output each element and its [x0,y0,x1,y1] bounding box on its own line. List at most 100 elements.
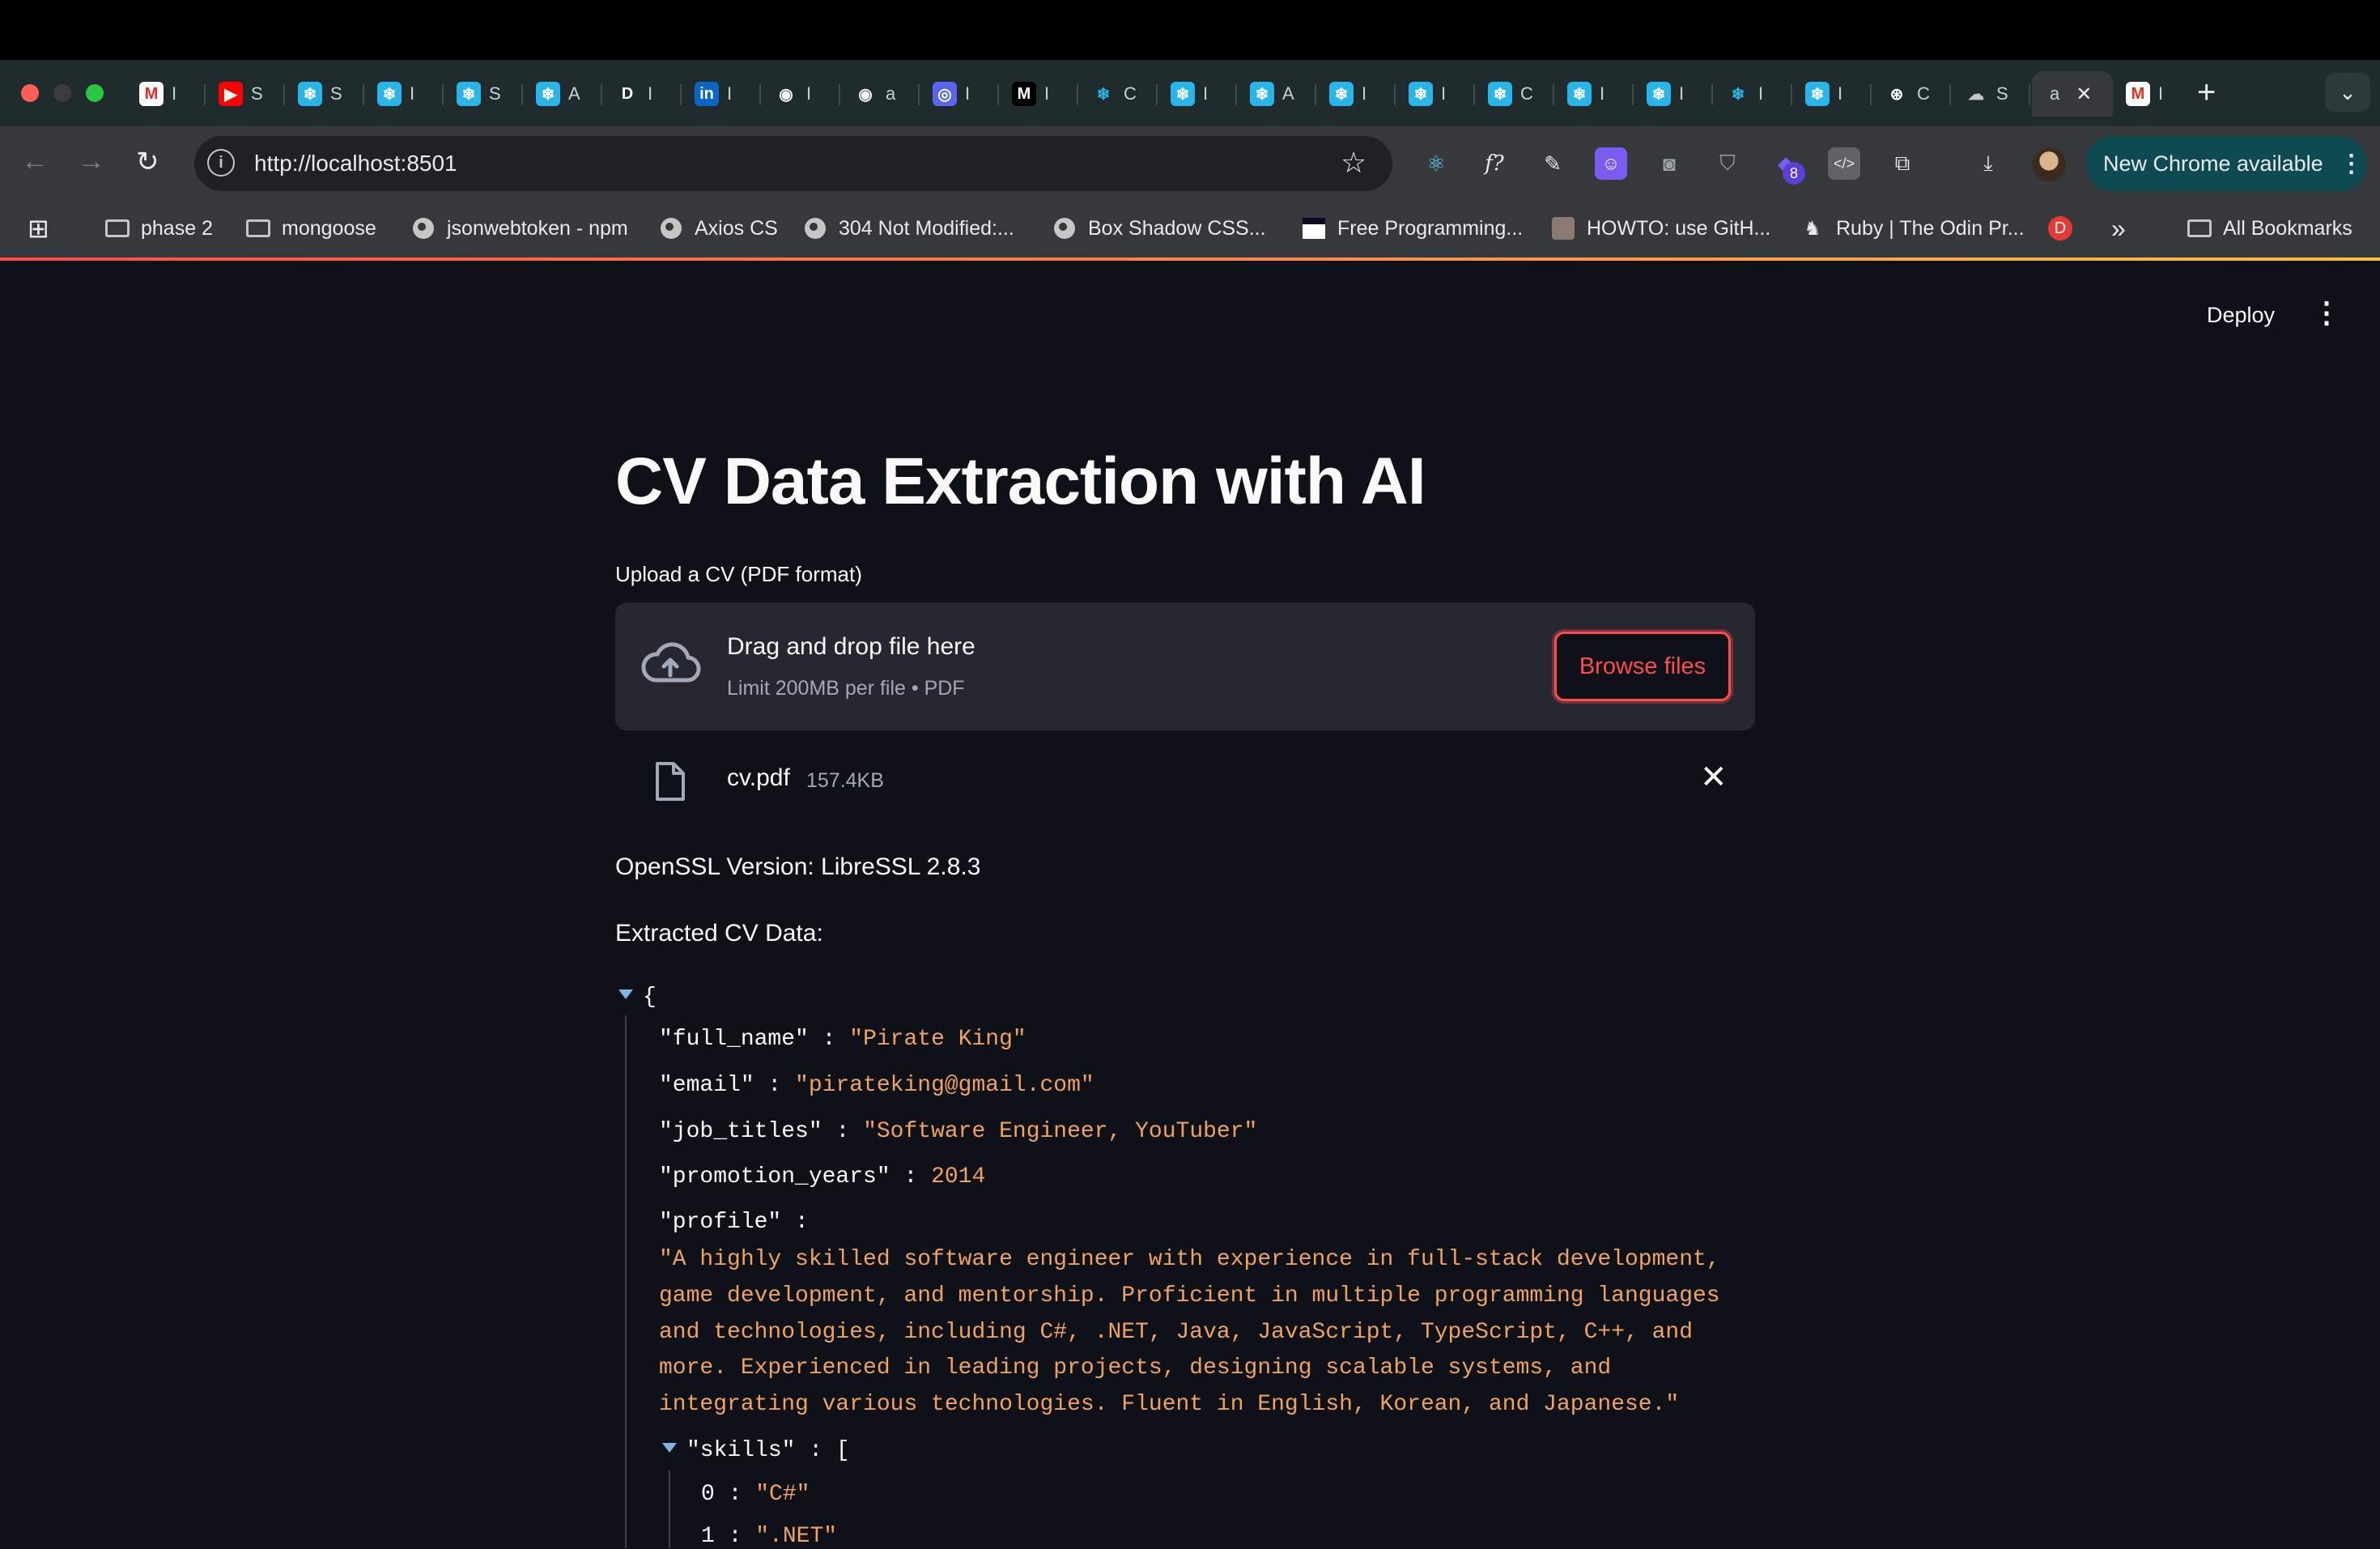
back-icon[interactable]: ← [21,146,49,177]
tab-favicon-icon: ❄ [457,82,481,106]
browser-tab[interactable]: ⊛ C [1872,71,1951,117]
bookmark-item[interactable]: 304 Not Modified:... [803,212,1014,245]
bookmark-item[interactable]: ♞ Ruby | The Odin Pr... [1800,212,2024,245]
bookmark-d-icon[interactable]: D [2048,212,2072,245]
tab-favicon-icon: ❄ [377,82,402,106]
bookmark-item[interactable]: Axios CS [659,212,778,245]
bookmark-item[interactable]: Free Programming... [1302,212,1523,245]
bookmark-star-icon[interactable]: ☆ [1341,146,1366,180]
browser-tab[interactable]: ❄ I [1554,71,1634,117]
d-badge-icon: D [2048,216,2072,240]
tab-title: I [1758,83,1764,104]
react-devtools-icon[interactable]: ⚛ [1420,147,1452,180]
browser-tab[interactable]: ❄ I [1396,71,1475,117]
browser-tab[interactable]: ❄ A [523,71,602,117]
tab-active[interactable]: a ✕ [2032,71,2113,117]
more-bookmarks-icon[interactable]: » [2111,212,2126,245]
bookmark-label: Axios CS [695,216,778,240]
font-extension-icon[interactable]: f? [1478,147,1511,180]
globe-icon [1052,217,1077,240]
reload-icon[interactable]: ↻ [136,146,159,178]
browser-tab[interactable]: ◎ I [920,71,999,117]
browser-tab[interactable]: MI [126,71,206,117]
close-tab-icon[interactable]: ✕ [2076,83,2092,106]
code-extension-icon[interactable]: </> [1828,147,1860,180]
all-bookmarks-label: All Bookmarks [2223,216,2352,240]
browser-tab[interactable]: ❄ A [1237,71,1316,117]
bookmark-item[interactable]: Box Shadow CSS... [1052,212,1266,245]
shield-extension-icon[interactable]: ⛉ [1711,147,1744,180]
browser-tab[interactable]: ◉ a [840,71,920,117]
json-array-item: 0 : "C#" [701,1482,810,1507]
freecodecamp-icon [1302,217,1326,240]
new-tab-button[interactable]: + [2197,76,2216,109]
browser-tab[interactable]: ❄ I [1158,71,1237,117]
extension-purple-icon[interactable]: ☺ [1595,147,1627,180]
bookmark-item[interactable]: HOWTO: use GitH... [1551,212,1770,245]
color-picker-icon[interactable]: ✎ [1536,147,1569,180]
tab-favicon-icon: ❄ [1250,82,1274,106]
bookmark-item[interactable]: jsonwebtoken - npm [411,212,628,245]
bookmark-item[interactable]: mongoose [246,212,376,245]
tab-title: S [330,83,342,104]
browser-tab[interactable]: ❄ S [285,71,364,117]
tab-favicon-icon: ❄ [1488,82,1512,106]
bookmark-item[interactable]: phase 2 [105,212,213,245]
browse-files-button[interactable]: Browse files [1554,632,1731,701]
url-text[interactable]: http://localhost:8501 [254,151,457,177]
new-chrome-available-button[interactable]: New Chrome available ⋮ [2085,136,2367,191]
browser-tab[interactable]: ❄ S [444,71,523,117]
json-key: "job_titles" [659,1119,822,1144]
tab-title: I [727,83,733,104]
downloads-icon[interactable]: ⤓ [1972,147,2004,180]
globe-icon [659,217,683,240]
extension-count-badge: 8 [1783,162,1805,185]
browser-tab[interactable]: ❄ I [1634,71,1713,117]
tab-favicon-icon: ❄ [1091,82,1116,106]
browser-tab[interactable]: ❄ I [1713,71,1792,117]
forward-icon[interactable]: → [78,146,105,177]
tab-title: I [172,83,177,104]
site-info-icon[interactable]: i [207,149,235,177]
collapse-caret-icon[interactable] [662,1443,677,1453]
browser-tab[interactable]: DI [602,71,682,117]
tab-title: I [1838,83,1843,104]
browser-tab[interactable]: ❄ C [1078,71,1158,117]
json-row-job-titles: "job_titles" : "Software Engineer, YouTu… [659,1119,1257,1144]
json-row-profile: "profile" : [659,1210,822,1235]
tab-title: A [1282,83,1294,104]
close-window-button[interactable] [21,84,39,102]
streamlit-top-decoration [0,257,2380,261]
remove-file-icon[interactable]: ✕ [1700,761,1728,794]
main-menu-icon[interactable]: ⋮ [2312,298,2341,327]
tab-favicon-icon: ❄ [1329,82,1354,106]
browser-tab[interactable]: ☁ S [1951,71,2030,117]
bookmark-label: 304 Not Modified:... [839,216,1014,240]
all-bookmarks-button[interactable]: All Bookmarks [2187,212,2352,245]
browser-tab[interactable]: ❄ I [364,71,444,117]
browser-tab[interactable]: ▶ S [206,71,285,117]
tab-title: I [1203,83,1209,104]
tab-gmail[interactable]: M I [2113,71,2192,117]
maximize-window-button[interactable] [86,84,104,102]
screenshot-extension-icon[interactable]: ◙ [1653,147,1685,180]
json-profile-line: "A highly skilled software engineer with… [659,1247,1720,1272]
apps-grid-icon[interactable]: ⊞ [28,212,49,245]
browser-tab[interactable]: ◉ I [761,71,840,117]
tab-favicon-icon: in [695,82,719,106]
tab-title: I [1679,83,1685,104]
profile-avatar[interactable] [2032,147,2066,181]
extensions-puzzle-icon[interactable]: ⧉ [1886,147,1919,180]
deploy-button[interactable]: Deploy [2207,303,2275,328]
browser-tab[interactable]: MI [999,71,1078,117]
tab-title: I [1362,83,1367,104]
collapse-caret-icon[interactable] [618,989,633,999]
browser-tab[interactable]: ❄ I [1792,71,1872,117]
minimize-window-button[interactable] [53,84,71,102]
browser-tab[interactable]: ❄ I [1316,71,1396,117]
tab-search-button[interactable]: ⌄ [2325,73,2370,112]
json-colon: : [822,1119,864,1144]
extracted-data-label: Extracted CV Data: [615,920,823,947]
browser-tab[interactable]: in I [682,71,761,117]
browser-tab[interactable]: ❄ C [1475,71,1554,117]
